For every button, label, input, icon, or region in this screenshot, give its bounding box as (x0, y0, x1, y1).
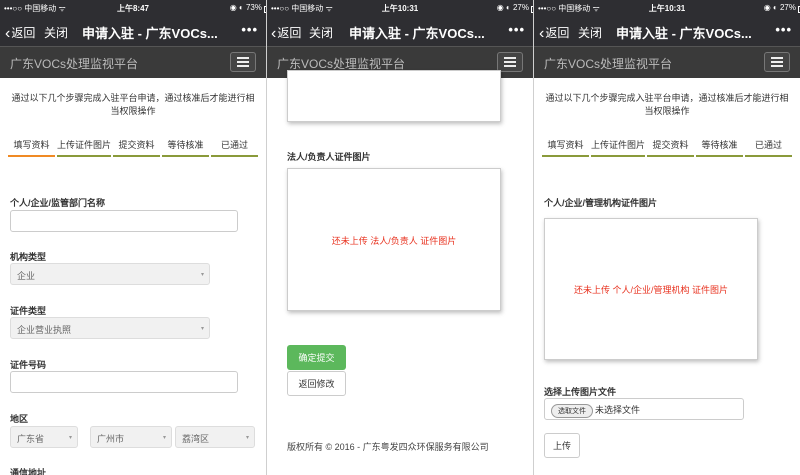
more-icon[interactable]: ••• (508, 22, 525, 37)
hamburger-menu-icon[interactable] (230, 52, 256, 72)
upload-button[interactable]: 上传 (544, 433, 580, 458)
hamburger-menu-icon[interactable] (497, 52, 523, 72)
hamburger-menu-icon[interactable] (764, 52, 790, 72)
confirm-submit-button[interactable]: 确定提交 (287, 345, 346, 370)
screen-legal-upload: •••○○ 中国移动 ᯤ 上午10:31 ◉ ◐ 27% ‹返回 关闭 申请入驻… (267, 0, 533, 475)
file-input[interactable]: 选取文件 未选择文件 (544, 398, 744, 420)
previous-image-box (287, 70, 501, 122)
step-upload[interactable]: 上传证件图片 (591, 138, 646, 157)
step-fill-info[interactable]: 填写资料 (542, 138, 589, 157)
nav-bar: ‹返回 关闭 申请入驻 - 广东VOCs... ••• (0, 16, 266, 46)
cert-image-label: 个人/企业/管理机构证件图片 (544, 198, 658, 208)
step-upload[interactable]: 上传证件图片 (57, 138, 112, 157)
cert-type-select[interactable]: 企业营业执照 ▾ (10, 317, 210, 339)
org-type-select[interactable]: 企业 ▾ (10, 263, 210, 285)
nav-title: 申请入驻 - 广东VOCs... (82, 26, 218, 41)
close-button[interactable]: 关闭 (309, 24, 333, 41)
cert-empty-msg: 还未上传 个人/企业/管理机构 证件图片 (573, 285, 728, 295)
chevron-left-icon: ‹ (5, 25, 11, 42)
more-icon[interactable]: ••• (775, 22, 792, 37)
step-waiting[interactable]: 等待核准 (696, 138, 744, 157)
back-edit-button[interactable]: 返回修改 (287, 371, 346, 396)
nav-bar: ‹返回 关闭 申请入驻 - 广东VOCs... ••• (534, 16, 800, 46)
org-name-label: 个人/企业/监管部门名称 (10, 198, 106, 208)
brand-title[interactable]: 广东VOCs处理监视平台 (544, 55, 672, 72)
app-header: 广东VOCs处理监视平台 (534, 46, 800, 78)
intro-text: 通过以下几个步骤完成入驻平台申请，通过核准后才能进行相当权限操作 (545, 93, 789, 116)
chevron-down-icon: ▾ (200, 326, 204, 332)
legal-cert-empty-msg: 还未上传 法人/负责人 证件图片 (331, 235, 457, 246)
app-header: 广东VOCs处理监视平台 (0, 46, 266, 78)
back-button[interactable]: ‹返回 (539, 24, 569, 42)
battery-status: ◉ ◐ 27% (764, 3, 800, 13)
org-type-label: 机构类型 (10, 252, 47, 262)
region-label: 地区 (10, 414, 29, 424)
chevron-down-icon: ▾ (68, 435, 72, 441)
battery-status: ◉ ◐ 73% (230, 3, 266, 13)
org-name-input[interactable] (10, 210, 238, 232)
district-select[interactable]: 荔湾区 ▾ (175, 426, 255, 448)
cert-type-label: 证件类型 (10, 306, 47, 316)
legal-cert-image-box[interactable]: 还未上传 法人/负责人 证件图片 (287, 168, 501, 311)
clock: 上午8:47 (116, 4, 149, 13)
status-bar: •••○○ 中国移动 ᯤ 上午10:31 ◉ ◐ 27% (267, 0, 533, 16)
no-file-text: 未选择文件 (595, 405, 641, 415)
more-icon[interactable]: ••• (241, 22, 258, 37)
screenshot-collage: •••○○ 中国移动 ᯤ 上午8:47 ◉ ◐ 73% ‹返回 关闭 申请入驻 … (0, 0, 800, 475)
chevron-down-icon: ▾ (162, 435, 166, 441)
step-tabs: 填写资料 上传证件图片 提交资料 等待核准 已通过 (8, 138, 259, 157)
chevron-left-icon: ‹ (539, 25, 545, 42)
cert-image-box[interactable]: 还未上传 个人/企业/管理机构 证件图片 (544, 218, 758, 360)
copyright-footer: 版权所有 © 2016 - 广东粤发四众环保服务有限公司 (287, 442, 489, 452)
close-button[interactable]: 关闭 (44, 24, 68, 41)
legal-cert-label: 法人/负责人证件图片 (287, 152, 371, 162)
nav-title: 申请入驻 - 广东VOCs... (616, 26, 752, 41)
address-label: 通信地址 (10, 468, 47, 475)
cert-no-label: 证件号码 (10, 360, 47, 370)
clock: 上午10:31 (381, 4, 419, 13)
step-submit[interactable]: 提交资料 (647, 138, 695, 157)
file-select-label: 选择上传图片文件 (544, 387, 617, 397)
step-approved[interactable]: 已通过 (211, 138, 259, 157)
battery-status: ◉ ◐ 27% (497, 3, 533, 13)
step-submit[interactable]: 提交资料 (113, 138, 161, 157)
step-tabs: 填写资料 上传证件图片 提交资料 等待核准 已通过 (542, 138, 793, 157)
clock: 上午10:31 (648, 4, 686, 13)
status-bar: •••○○ 中国移动 ᯤ 上午10:31 ◉ ◐ 27% (534, 0, 800, 16)
province-select[interactable]: 广东省 ▾ (10, 426, 78, 448)
status-bar: •••○○ 中国移动 ᯤ 上午8:47 ◉ ◐ 73% (0, 0, 266, 16)
cert-no-input[interactable] (10, 371, 238, 393)
close-button[interactable]: 关闭 (578, 24, 602, 41)
nav-title: 申请入驻 - 广东VOCs... (349, 26, 485, 41)
nav-bar: ‹返回 关闭 申请入驻 - 广东VOCs... ••• (267, 16, 533, 46)
choose-file-button[interactable]: 选取文件 (551, 404, 593, 418)
chevron-down-icon: ▾ (200, 272, 204, 278)
step-approved[interactable]: 已通过 (745, 138, 793, 157)
screen-cert-upload: •••○○ 中国移动 ᯤ 上午10:31 ◉ ◐ 27% ‹返回 关闭 申请入驻… (534, 0, 800, 475)
step-fill-info[interactable]: 填写资料 (8, 138, 55, 157)
screen-fill-info: •••○○ 中国移动 ᯤ 上午8:47 ◉ ◐ 73% ‹返回 关闭 申请入驻 … (0, 0, 266, 475)
step-waiting[interactable]: 等待核准 (162, 138, 210, 157)
intro-text: 通过以下几个步骤完成入驻平台申请，通过核准后才能进行相当权限操作 (11, 93, 255, 116)
brand-title[interactable]: 广东VOCs处理监视平台 (10, 55, 138, 72)
chevron-left-icon: ‹ (271, 25, 277, 42)
back-button[interactable]: ‹返回 (5, 24, 35, 42)
back-button[interactable]: ‹返回 (271, 24, 301, 42)
chevron-down-icon: ▾ (245, 435, 249, 441)
city-select[interactable]: 广州市 ▾ (90, 426, 172, 448)
